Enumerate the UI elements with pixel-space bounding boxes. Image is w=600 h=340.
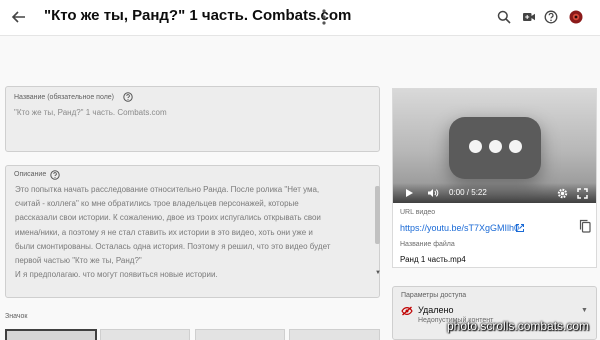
title-input[interactable]: "Кто же ты, Ранд?" 1 часть. Combats.com	[14, 108, 167, 117]
search-icon	[497, 10, 511, 24]
settings-button[interactable]	[555, 186, 569, 200]
scroll-down-arrow-icon[interactable]: ▼	[375, 270, 381, 276]
dropdown-arrow-icon: ▼	[581, 307, 588, 314]
fullscreen-icon	[576, 187, 588, 199]
scrollbar-thumb[interactable]	[375, 186, 380, 244]
description-scrollbar[interactable]: ▼	[375, 182, 381, 276]
url-label: URL видео	[400, 209, 436, 216]
video-placeholder-logo	[449, 117, 541, 179]
description-field[interactable]: Описание Это попытка начать расследовани…	[5, 165, 381, 298]
processing-dots-icon	[449, 140, 541, 153]
description-line: первой частью "Кто же ты, Ранд?"	[15, 256, 142, 266]
create-video-button[interactable]	[519, 7, 539, 27]
video-preview-card: 0:00 / 5:22 URL видео https://youtu.be/s…	[392, 88, 597, 268]
video-url-link[interactable]: https://youtu.be/sT7XgGMIlh0	[400, 223, 519, 233]
copy-icon[interactable]	[578, 219, 592, 233]
play-button[interactable]	[402, 186, 416, 200]
arrow-left-icon	[11, 11, 25, 23]
description-field-label: Описание	[14, 171, 47, 178]
visibility-label: Параметры доступа	[401, 292, 467, 299]
thumbnail-option[interactable]	[289, 329, 380, 340]
description-line: считай - коллега" ко мне обратились трое…	[15, 199, 299, 209]
gear-icon	[557, 188, 567, 198]
video-camera-icon	[523, 13, 535, 21]
visibility-off-icon	[401, 306, 413, 316]
description-line: Это попытка начать расследование относит…	[15, 185, 320, 194]
fullscreen-button[interactable]	[575, 186, 589, 200]
filename-label: Название файла	[400, 241, 455, 248]
title-field-label: Название (обязательное поле)	[14, 94, 114, 101]
thumbnails-label: Значок	[5, 313, 28, 320]
description-line: И я предполагаю. что могут появиться нов…	[15, 270, 218, 280]
title-field[interactable]: Название (обязательное поле) "Кто же ты,…	[5, 86, 380, 152]
volume-icon	[428, 189, 439, 197]
back-button[interactable]	[8, 6, 30, 28]
search-button[interactable]	[494, 7, 514, 27]
question-circle-icon[interactable]	[50, 170, 60, 180]
description-line: имена/ники, а поэтому я не стал ставить …	[15, 227, 313, 237]
help-icon	[544, 10, 558, 24]
filename-value: Ранд 1 часть.mp4	[400, 255, 466, 264]
top-app-bar: "Кто же ты, Ранд?" 1 часть. Combats.com	[0, 0, 600, 36]
avatar	[569, 10, 583, 24]
play-icon	[405, 189, 413, 197]
account-avatar-button[interactable]	[566, 7, 586, 27]
thumbnail-option[interactable]	[100, 329, 190, 340]
question-circle-icon[interactable]	[123, 92, 133, 102]
thumbnail-option[interactable]	[195, 329, 285, 340]
open-in-new-icon[interactable]	[515, 223, 525, 233]
thumbnail-option[interactable]	[5, 329, 97, 340]
video-player[interactable]: 0:00 / 5:22	[393, 89, 596, 203]
watermark: photo.scrolls.combats.com	[447, 319, 590, 333]
description-line: были смонтированы. Осталась одна история…	[15, 241, 331, 251]
more-options-icon[interactable]	[319, 8, 329, 26]
description-line: рассказали свои истории. К сожалению, дв…	[15, 213, 321, 223]
visibility-value: Удалено	[418, 305, 454, 315]
video-details-page: "Кто же ты, Ранд?" 1 часть. Combats.com	[0, 0, 600, 340]
volume-button[interactable]	[426, 186, 440, 200]
player-controls: 0:00 / 5:22	[393, 183, 596, 203]
help-button[interactable]	[541, 7, 561, 27]
page-title: "Кто же ты, Ранд?" 1 часть. Combats.com	[44, 7, 352, 24]
description-textarea[interactable]: Это попытка начать расследование относит…	[15, 183, 370, 282]
video-time: 0:00 / 5:22	[449, 188, 487, 197]
